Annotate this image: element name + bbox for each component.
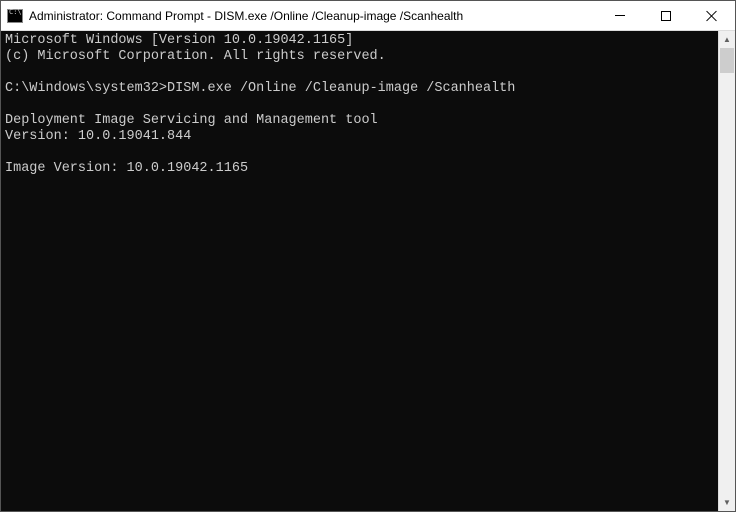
- scroll-up-arrow-icon[interactable]: ▲: [719, 31, 735, 48]
- maximize-icon: [661, 11, 671, 21]
- window-title: Administrator: Command Prompt - DISM.exe…: [29, 9, 597, 23]
- titlebar[interactable]: Administrator: Command Prompt - DISM.exe…: [1, 1, 735, 31]
- window-controls: [597, 1, 735, 30]
- vertical-scrollbar[interactable]: ▲ ▼: [718, 31, 735, 511]
- scroll-down-arrow-icon[interactable]: ▼: [719, 494, 735, 511]
- cmd-icon: [7, 9, 23, 23]
- scroll-thumb[interactable]: [720, 48, 734, 73]
- command-text: DISM.exe /Online /Cleanup-image /Scanhea…: [167, 81, 515, 96]
- terminal-output[interactable]: Microsoft Windows [Version 10.0.19042.11…: [1, 31, 718, 511]
- maximize-button[interactable]: [643, 1, 689, 30]
- client-area: Microsoft Windows [Version 10.0.19042.11…: [1, 31, 735, 511]
- image-version-line: Image Version: 10.0.19042.1165: [5, 161, 248, 176]
- prompt-path: C:\Windows\system32>: [5, 81, 167, 96]
- copyright-line: (c) Microsoft Corporation. All rights re…: [5, 49, 386, 64]
- dism-version-line: Version: 10.0.19041.844: [5, 129, 191, 144]
- os-version-line: Microsoft Windows [Version 10.0.19042.11…: [5, 33, 353, 48]
- close-button[interactable]: [689, 1, 735, 30]
- close-icon: [706, 10, 718, 22]
- dism-tool-title: Deployment Image Servicing and Managemen…: [5, 113, 378, 128]
- minimize-icon: [615, 15, 625, 16]
- minimize-button[interactable]: [597, 1, 643, 30]
